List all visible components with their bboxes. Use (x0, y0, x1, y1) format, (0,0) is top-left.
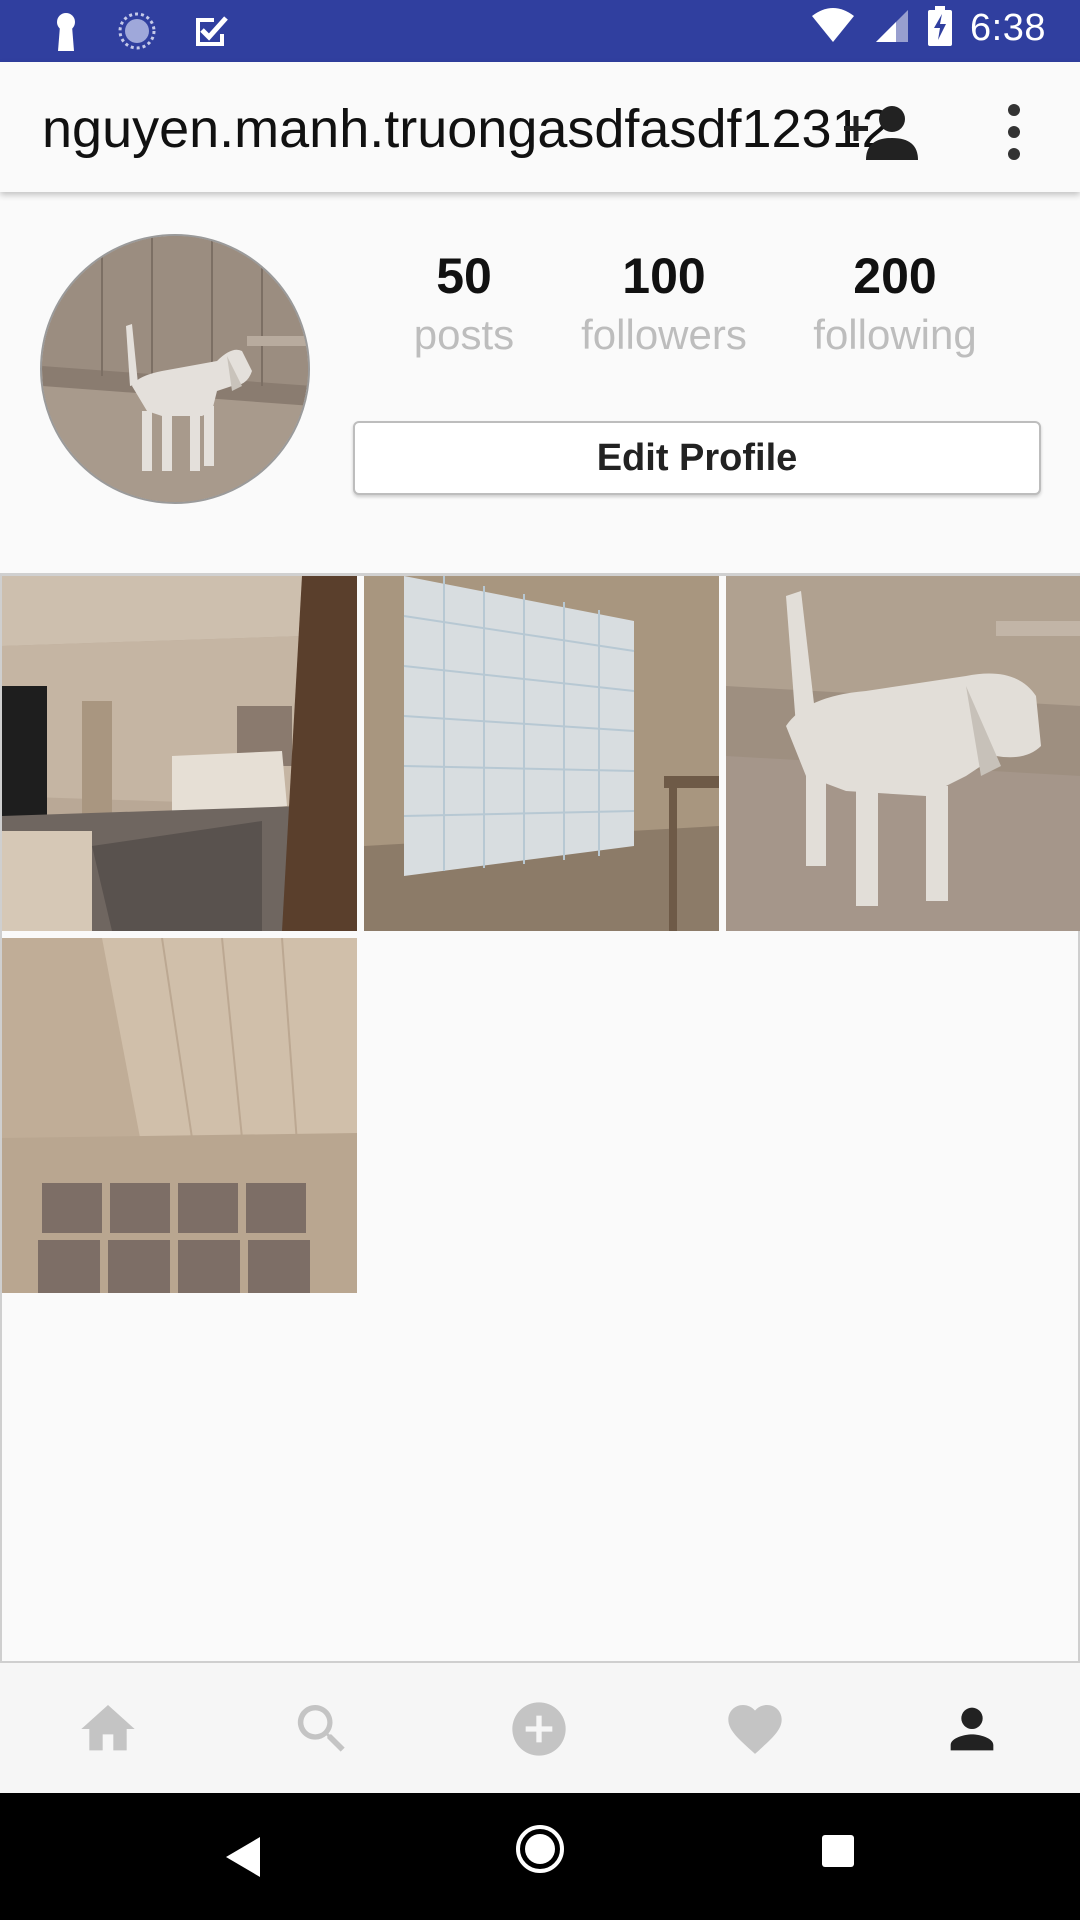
post-thumbnail[interactable] (2, 576, 357, 931)
edit-profile-button[interactable]: Edit Profile (353, 421, 1041, 495)
following-stat[interactable]: 200 following (785, 245, 1005, 363)
post-thumbnail[interactable] (726, 576, 1080, 931)
back-icon[interactable] (220, 1833, 268, 1886)
followers-count: 100 (622, 248, 706, 304)
signal-icon (874, 8, 910, 49)
avatar[interactable] (40, 234, 310, 504)
home-button-icon[interactable] (514, 1823, 566, 1880)
add-post-icon[interactable] (507, 1697, 571, 1761)
keyhole-icon (50, 11, 82, 56)
posts-label: posts (413, 311, 515, 358)
add-person-icon[interactable] (844, 102, 924, 162)
bottom-navigation (0, 1661, 1080, 1793)
app-toolbar: nguyen.manh.truongasdfasdf12312 (0, 62, 1080, 192)
posts-count: 50 (436, 248, 492, 304)
followers-label: followers (581, 311, 747, 358)
more-vert-icon[interactable] (996, 100, 1032, 164)
home-icon[interactable] (76, 1697, 140, 1761)
wifi-icon (810, 8, 856, 49)
following-label: following (813, 311, 977, 358)
posts-stat[interactable]: 50 posts (354, 245, 574, 363)
username-title: nguyen.manh.truongasdfasdf12312 (42, 99, 892, 159)
profile-icon[interactable] (940, 1697, 1004, 1761)
checkbox-icon (192, 12, 230, 55)
battery-charging-icon (928, 6, 953, 51)
system-navigation-bar (0, 1793, 1080, 1920)
heart-icon[interactable] (723, 1697, 787, 1761)
posts-grid (0, 573, 1080, 1662)
recents-icon[interactable] (820, 1833, 856, 1874)
status-time: 6:38 (970, 7, 1046, 49)
following-count: 200 (853, 248, 937, 304)
post-thumbnail[interactable] (364, 576, 719, 931)
followers-stat[interactable]: 100 followers (554, 245, 774, 363)
search-icon[interactable] (290, 1697, 354, 1761)
status-bar: 6:38 (0, 0, 1080, 62)
post-thumbnail[interactable] (2, 938, 357, 1293)
loading-icon (116, 10, 158, 57)
